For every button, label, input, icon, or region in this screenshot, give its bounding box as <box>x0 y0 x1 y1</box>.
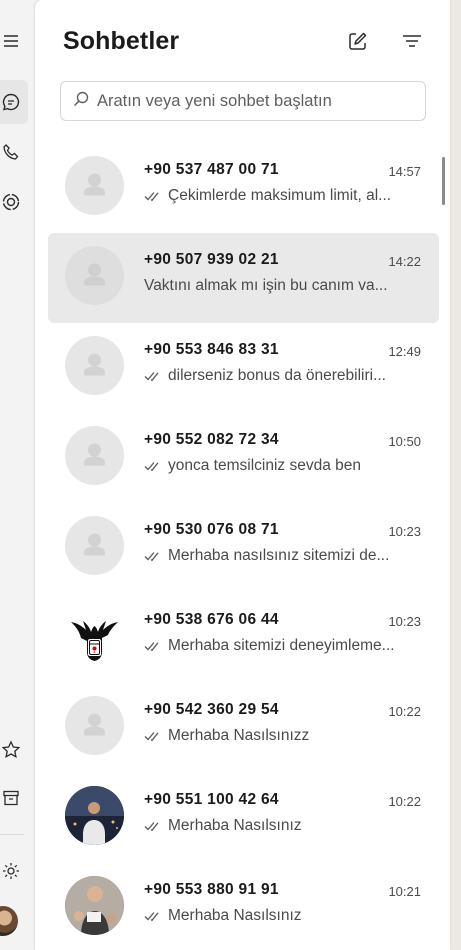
archive-icon[interactable] <box>0 776 28 820</box>
read-receipt-icon <box>144 910 162 922</box>
contact-name: +90 552 082 72 34 <box>144 431 279 448</box>
contact-name: +90 553 880 91 91 <box>144 881 279 898</box>
chat-row[interactable]: +90 553 880 91 91 10:21 Merhaba Nasılsın… <box>48 863 439 950</box>
chat-background <box>450 0 461 950</box>
chat-row[interactable]: +90 537 487 00 71 14:57 Çekimlerde maksi… <box>48 143 439 233</box>
message-time: 10:50 <box>388 434 421 449</box>
message-time: 10:22 <box>388 704 421 719</box>
page-title: Sohbetler <box>63 27 180 55</box>
read-receipt-icon <box>144 550 162 562</box>
default-avatar-icon <box>65 156 124 215</box>
starred-icon[interactable] <box>0 728 28 772</box>
chat-row[interactable]: +90 552 082 72 34 10:50 yonca temsilcini… <box>48 413 439 503</box>
default-avatar-icon <box>65 516 124 575</box>
message-preview: Merhaba sitemizi deneyimleme... <box>168 637 395 654</box>
message-preview: Merhaba Nasılsınızz <box>168 727 310 744</box>
eagle-logo-icon <box>65 606 124 665</box>
compose-icon[interactable] <box>345 28 371 54</box>
message-time: 14:57 <box>388 164 421 179</box>
chats-icon[interactable] <box>0 80 28 124</box>
message-preview: Çekimlerde maksimum limit, al... <box>168 187 392 204</box>
menu-icon[interactable] <box>0 19 28 63</box>
message-preview: Merhaba Nasılsınız <box>168 907 302 924</box>
message-preview: Merhaba nasılsınız sitemizi de... <box>168 547 390 564</box>
contact-photo-icon <box>65 876 124 935</box>
calls-icon[interactable] <box>0 130 28 174</box>
message-preview: dilerseniz bonus da önerebiliri... <box>168 367 386 384</box>
message-time: 14:22 <box>388 254 421 269</box>
status-icon[interactable] <box>0 180 28 224</box>
message-time: 10:23 <box>388 524 421 539</box>
default-avatar-icon <box>65 336 124 395</box>
message-preview: Merhaba Nasılsınız <box>168 817 302 834</box>
read-receipt-icon <box>144 820 162 832</box>
chat-row[interactable]: +90 553 846 83 31 12:49 dilerseniz bonus… <box>48 323 439 413</box>
search-input[interactable] <box>97 91 397 111</box>
default-avatar-icon <box>65 696 124 755</box>
chat-row[interactable]: +90 538 676 06 44 10:23 Merhaba sitemizi… <box>48 593 439 683</box>
read-receipt-icon <box>144 370 162 382</box>
profile-avatar[interactable] <box>0 906 18 936</box>
rail-divider <box>0 834 24 835</box>
settings-icon[interactable] <box>0 849 28 893</box>
chat-row[interactable]: +90 551 100 42 64 10:22 Merhaba Nasılsın… <box>48 773 439 863</box>
read-receipt-icon <box>144 460 162 472</box>
chat-list-panel: Sohbetler +90 537 487 00 71 14:57 Çekiml… <box>34 0 450 950</box>
default-avatar-icon <box>65 426 124 485</box>
chat-row[interactable]: +90 530 076 08 71 10:23 Merhaba nasılsın… <box>48 503 439 593</box>
message-preview: Vaktını almak mı işin bu canım va... <box>144 277 388 294</box>
read-receipt-icon <box>144 730 162 742</box>
message-time: 10:23 <box>388 614 421 629</box>
contact-name: +90 507 939 02 21 <box>144 251 279 268</box>
filter-icon[interactable] <box>399 28 425 54</box>
default-avatar-icon <box>65 246 124 305</box>
nav-rail <box>0 0 34 950</box>
message-time: 10:22 <box>388 794 421 809</box>
message-time: 12:49 <box>388 344 421 359</box>
scrollbar[interactable] <box>442 157 445 205</box>
contact-name: +90 530 076 08 71 <box>144 521 279 538</box>
contact-name: +90 553 846 83 31 <box>144 341 279 358</box>
message-preview: yonca temsilciniz sevda ben <box>168 457 361 474</box>
contact-name: +90 542 360 29 54 <box>144 701 279 718</box>
contact-name: +90 538 676 06 44 <box>144 611 279 628</box>
contact-name: +90 551 100 42 64 <box>144 791 279 808</box>
read-receipt-icon <box>144 640 162 652</box>
chat-row[interactable]: +90 507 939 02 21 14:22 Vaktını almak mı… <box>48 233 439 323</box>
message-time: 10:21 <box>388 884 421 899</box>
contact-name: +90 537 487 00 71 <box>144 161 279 178</box>
search-icon <box>73 91 89 112</box>
contact-photo-icon <box>65 786 124 845</box>
search-box[interactable] <box>60 81 426 121</box>
read-receipt-icon <box>144 190 162 202</box>
chat-row[interactable]: +90 542 360 29 54 10:22 Merhaba Nasılsın… <box>48 683 439 773</box>
chat-list: +90 537 487 00 71 14:57 Çekimlerde maksi… <box>48 143 439 950</box>
